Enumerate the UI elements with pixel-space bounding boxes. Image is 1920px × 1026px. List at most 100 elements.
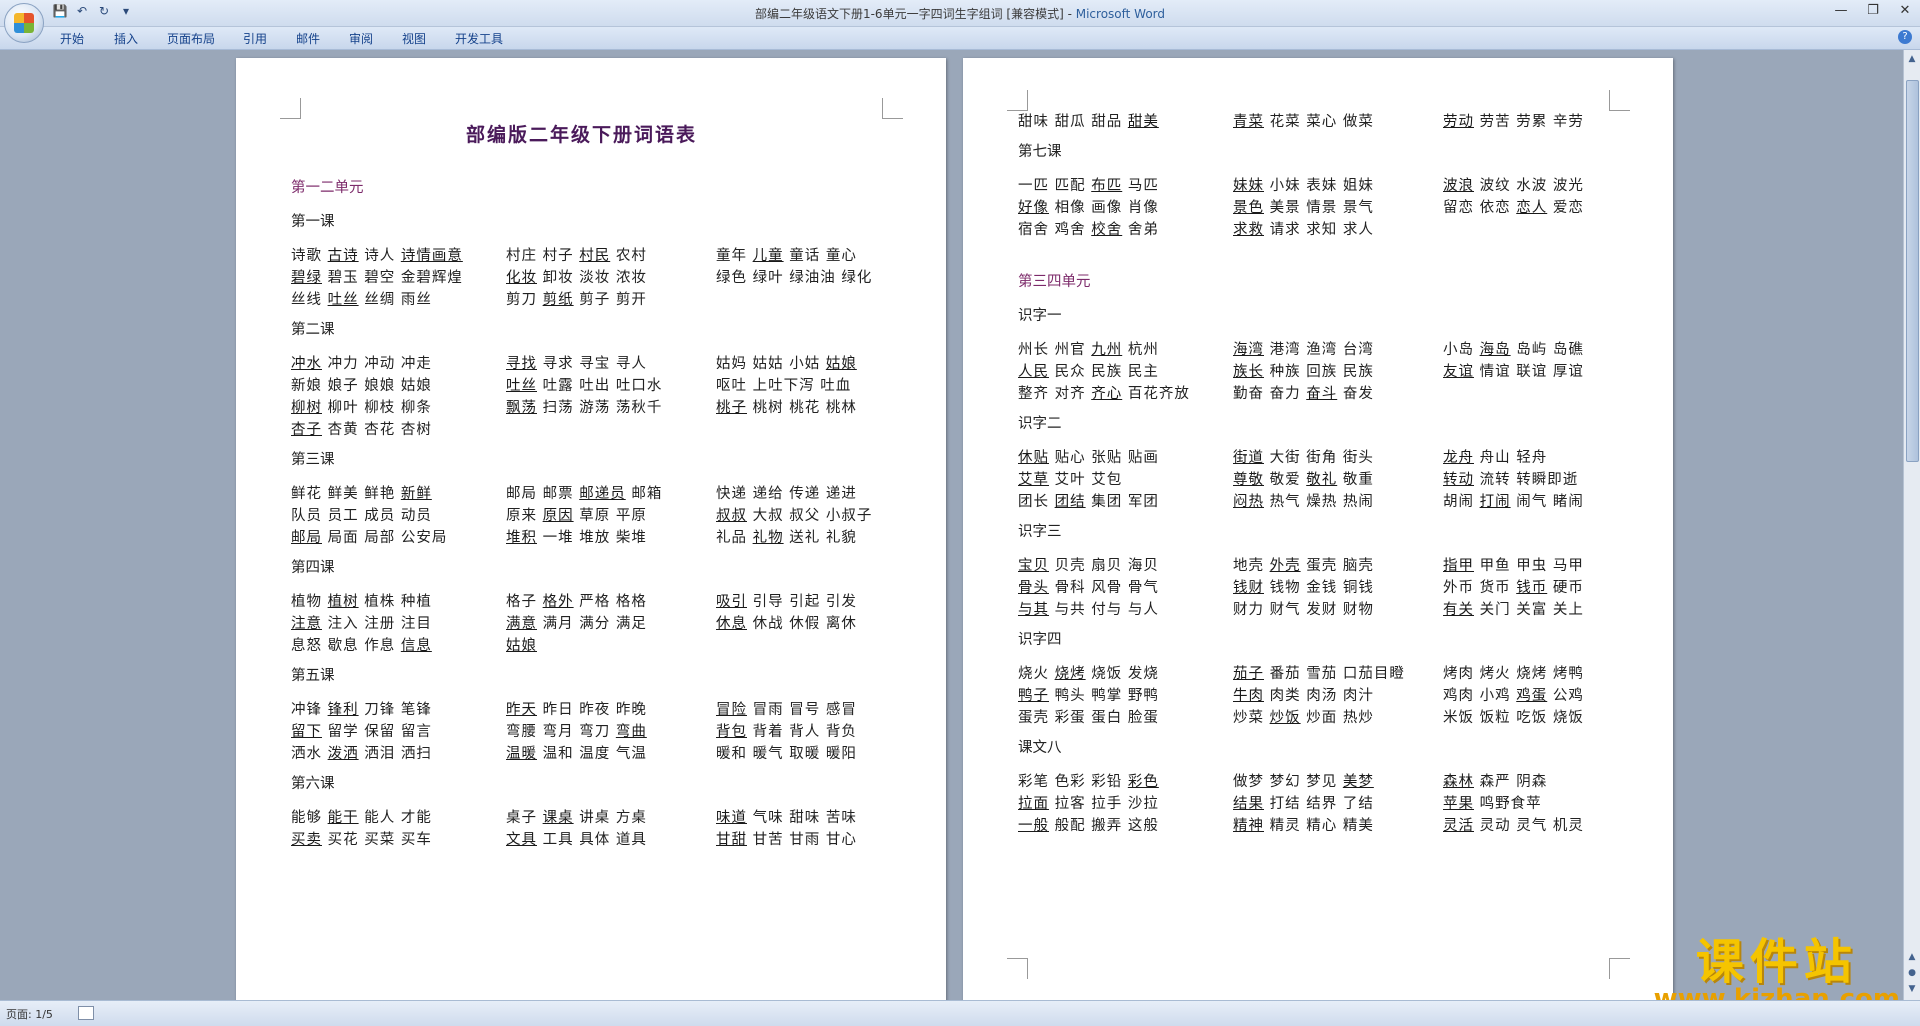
key-word: 吸引 xyxy=(716,594,747,610)
word-group: 族长 种族 回族 民族 xyxy=(1233,360,1374,381)
word-group: 钱财 钱物 金钱 铜钱 xyxy=(1233,576,1374,597)
word-group: 牛肉 肉类 肉汤 肉汁 xyxy=(1233,684,1374,705)
key-word: 波浪 xyxy=(1443,178,1474,194)
title-bar: 💾 ↶ ↻ ▾ 部编二年级语文下册1-6单元一字四词生字组词 [兼容模式] - … xyxy=(0,0,1920,27)
minimize-icon[interactable]: — xyxy=(1832,3,1850,18)
key-word: 艾草 xyxy=(1018,472,1049,488)
word-group: 整齐 对齐 齐心 百花齐放 xyxy=(1018,382,1190,403)
help-icon[interactable]: ? xyxy=(1898,30,1912,44)
unit-heading: 第三四单元 xyxy=(1018,274,1091,290)
key-word: 精神 xyxy=(1233,818,1264,834)
word-text: 冒雨 冒号 感冒 xyxy=(752,702,857,718)
tab-developer[interactable]: 开发工具 xyxy=(455,30,503,47)
word-text: 森严 阴森 xyxy=(1479,774,1548,790)
key-word: 人民 xyxy=(1018,364,1049,380)
page-count-status[interactable]: 页面: 1/5 xyxy=(6,1006,53,1022)
word-group: 飘荡 扫荡 游荡 荡秋千 xyxy=(506,396,662,417)
word-group: 友谊 情谊 联谊 厚谊 xyxy=(1443,360,1584,381)
tab-insert[interactable]: 插入 xyxy=(114,30,138,47)
word-text: 寻求 寻宝 寻人 xyxy=(542,356,647,372)
word-group: 艾草 艾叶 艾包 xyxy=(1018,468,1122,489)
key-word: 求救 xyxy=(1233,222,1264,238)
word-text: 拉客 拉手 沙拉 xyxy=(1054,796,1159,812)
key-word: 能干 xyxy=(327,810,359,826)
word-group: 蛋壳 彩蛋 蛋白 脸蛋 xyxy=(1018,706,1159,727)
word-group: 买卖 买花 买菜 买车 xyxy=(291,828,432,849)
word-group: 茄子 番茄 雪茄 口茄目瞪 xyxy=(1233,662,1405,683)
word-text: 烤肉 烤火 烧烤 烤鸭 xyxy=(1443,666,1584,682)
word-text: 敬爱 xyxy=(1269,472,1307,488)
prev-page-icon[interactable]: ▲ xyxy=(1905,950,1919,964)
status-bar: 页面: 1/5 xyxy=(0,1000,1920,1026)
key-word: 锋利 xyxy=(327,702,359,718)
key-word: 吐丝 xyxy=(327,292,359,308)
tab-references[interactable]: 引用 xyxy=(243,30,267,47)
word-text: 送礼 礼貌 xyxy=(789,530,857,546)
word-group: 注意 注入 注册 注目 xyxy=(291,612,432,633)
tab-home[interactable]: 开始 xyxy=(60,30,84,47)
word-group: 弯腰 弯月 弯刀 弯曲 xyxy=(506,720,647,741)
word-group: 暖和 暖气 取暖 暖阳 xyxy=(716,742,857,763)
key-word: 奋斗 xyxy=(1306,386,1338,402)
key-word: 灵活 xyxy=(1443,818,1474,834)
word-text: 温和 温度 气温 xyxy=(542,746,647,762)
word-text: 小妹 表妹 姐妹 xyxy=(1269,178,1374,194)
key-word: 九州 xyxy=(1091,342,1123,358)
word-group: 妹妹 小妹 表妹 姐妹 xyxy=(1233,174,1374,195)
word-text: 小岛 xyxy=(1443,342,1480,358)
scroll-up-icon[interactable]: ▲ xyxy=(1905,52,1919,66)
word-group: 礼品 礼物 送礼 礼貌 xyxy=(716,526,857,547)
word-group: 勤奋 奋力 奋斗 奋发 xyxy=(1233,382,1374,403)
word-group: 炒菜 炒饭 炒面 热炒 xyxy=(1233,706,1374,727)
word-text: 宿舍 鸡舍 xyxy=(1018,222,1092,238)
word-text: 百花齐放 xyxy=(1127,386,1190,402)
word-text: 美景 情景 景气 xyxy=(1269,200,1374,216)
select-browse-object-icon[interactable]: ● xyxy=(1905,966,1919,980)
page-left[interactable]: 部编版二年级下册词语表 第一二单元 第一课 诗歌 古诗 诗人 诗情画意 村庄 村子 村… xyxy=(236,58,946,1018)
key-word: 植树 xyxy=(327,594,359,610)
word-text: 集团 军团 xyxy=(1091,494,1159,510)
word-text: 闹气 睹闹 xyxy=(1516,494,1584,510)
word-group: 鲜花 鲜美 鲜艳 新鲜 xyxy=(291,482,432,503)
word-group: 洒水 泼洒 洒泪 洒扫 xyxy=(291,742,432,763)
key-word: 村民 xyxy=(579,248,611,264)
word-group: 做梦 梦幻 梦见 美梦 xyxy=(1233,770,1374,791)
next-page-icon[interactable]: ▼ xyxy=(1905,982,1919,996)
tab-mailings[interactable]: 邮件 xyxy=(296,30,320,47)
word-group: 休贴 贴心 张贴 贴画 xyxy=(1018,446,1159,467)
key-word: 宝贝 xyxy=(1018,558,1049,574)
tab-review[interactable]: 审阅 xyxy=(349,30,373,47)
word-text: 相像 画像 肖像 xyxy=(1054,200,1159,216)
word-group: 结果 打结 结界 了结 xyxy=(1233,792,1374,813)
word-text: 地壳 xyxy=(1233,558,1270,574)
word-text: 甜味 甜瓜 甜品 xyxy=(1018,114,1128,130)
tab-page-layout[interactable]: 页面布局 xyxy=(167,30,215,47)
word-text: 引导 引起 引发 xyxy=(752,594,857,610)
word-group: 息怒 歇息 作息 信息 xyxy=(291,634,432,655)
word-text: 舟山 轻舟 xyxy=(1479,450,1548,466)
word-group: 小岛 海岛 岛屿 岛礁 xyxy=(1443,338,1584,359)
restore-icon[interactable]: ❐ xyxy=(1864,3,1882,18)
lesson-heading: 第七课 xyxy=(1018,144,1062,160)
word-group: 化妆 卸妆 淡妆 浓妆 xyxy=(506,266,647,287)
word-text: 冲锋 xyxy=(291,702,328,718)
word-text: 注入 注册 注目 xyxy=(327,616,432,632)
page-right[interactable]: 甜味 甜瓜 甜品 甜美 青菜 花菜 菜心 做菜 劳动 劳苦 劳累 辛劳 第七课 一匹 匹… xyxy=(963,58,1673,1018)
word-text: 团长 xyxy=(1018,494,1055,510)
word-group: 森林 森严 阴森 xyxy=(1443,770,1547,791)
close-icon[interactable]: ✕ xyxy=(1896,3,1914,18)
word-group: 队员 员工 成员 动员 xyxy=(291,504,432,525)
word-group: 快递 递给 传递 递进 xyxy=(716,482,857,503)
word-group: 邮局 局面 局部 公安局 xyxy=(291,526,447,547)
vertical-scrollbar[interactable]: ▲ ▲ ● ▼ xyxy=(1903,50,1920,1000)
scroll-thumb[interactable] xyxy=(1906,80,1919,462)
tab-view[interactable]: 视图 xyxy=(402,30,426,47)
proofing-icon[interactable] xyxy=(78,1006,94,1020)
word-group: 杏子 杏黄 杏花 杏树 xyxy=(291,418,432,439)
word-group: 外币 货币 钱币 硬币 xyxy=(1443,576,1584,597)
word-group: 呕吐 上吐下泻 吐血 xyxy=(716,374,851,395)
word-text: 原来 xyxy=(506,508,543,524)
word-text: 吐露 吐出 吐口水 xyxy=(542,378,663,394)
word-group: 邮局 邮票 邮递员 邮箱 xyxy=(506,482,662,503)
office-button[interactable] xyxy=(4,3,44,43)
